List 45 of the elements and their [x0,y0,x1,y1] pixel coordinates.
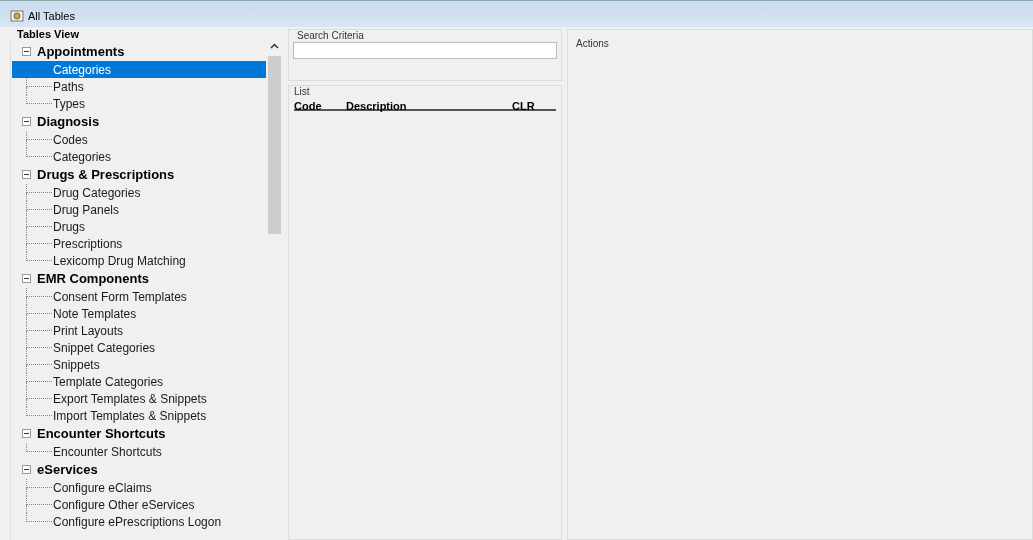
column-header[interactable]: CLR [512,98,556,109]
tree-group-label[interactable]: Diagnosis [37,111,100,132]
tree-item[interactable]: Snippet Categories [12,339,266,356]
tree-group-label[interactable]: Encounter Shortcuts [37,423,166,444]
tree-item[interactable]: Drug Categories [12,184,266,201]
tree-item[interactable]: Drug Panels [12,201,266,218]
tree-item[interactable]: Types [12,95,266,112]
tree-group-label[interactable]: Appointments [37,41,125,62]
tree-item[interactable]: Codes [12,131,266,148]
tree-item[interactable]: Consent Form Templates [12,288,266,305]
window-title: All Tables [28,8,75,24]
scroll-up-icon[interactable] [270,43,279,49]
group-title: List [294,86,311,98]
tree-item[interactable]: Import Templates & Snippets [12,407,266,424]
tree-item[interactable]: Encounter Shortcuts [12,443,266,460]
tree-item[interactable]: Lexicomp Drug Matching [12,252,266,269]
collapse-icon[interactable] [22,274,31,283]
tree-item[interactable]: Drugs [12,218,266,235]
collapse-icon[interactable] [22,429,31,438]
tree-item[interactable]: Configure eClaims [12,479,266,496]
collapse-icon[interactable] [22,170,31,179]
tree-group-label[interactable]: eServices [37,459,98,480]
column-header[interactable]: Code [294,98,346,109]
panel-title: Tables View [16,27,80,41]
tree-item[interactable]: Note Templates [12,305,266,322]
tree-item[interactable]: Prescriptions [12,235,266,252]
tree-item[interactable]: Paths [12,78,266,95]
tree-group-label[interactable]: Drugs & Prescriptions [37,164,175,185]
group-title: Actions [576,38,609,49]
scroll-thumb[interactable] [268,56,281,234]
collapse-icon[interactable] [22,117,31,126]
group-title: Search Criteria [296,30,365,41]
collapse-icon[interactable] [22,465,31,474]
tree-item[interactable]: Snippets [12,356,266,373]
tree-item[interactable]: Template Categories [12,373,266,390]
collapse-icon[interactable] [22,47,31,56]
tree-group-label[interactable]: EMR Components [37,268,149,289]
table-icon [10,9,24,23]
tree-item[interactable]: Categories [12,61,266,78]
search-field[interactable] [293,42,557,59]
tree-item[interactable]: Categories [12,148,266,165]
tree-item[interactable]: Configure Other eServices [12,496,266,513]
tree-item[interactable]: Print Layouts [12,322,266,339]
tree-item[interactable]: Export Templates & Snippets [12,390,266,407]
tree-item[interactable]: Configure ePrescriptions Logon [12,513,266,530]
